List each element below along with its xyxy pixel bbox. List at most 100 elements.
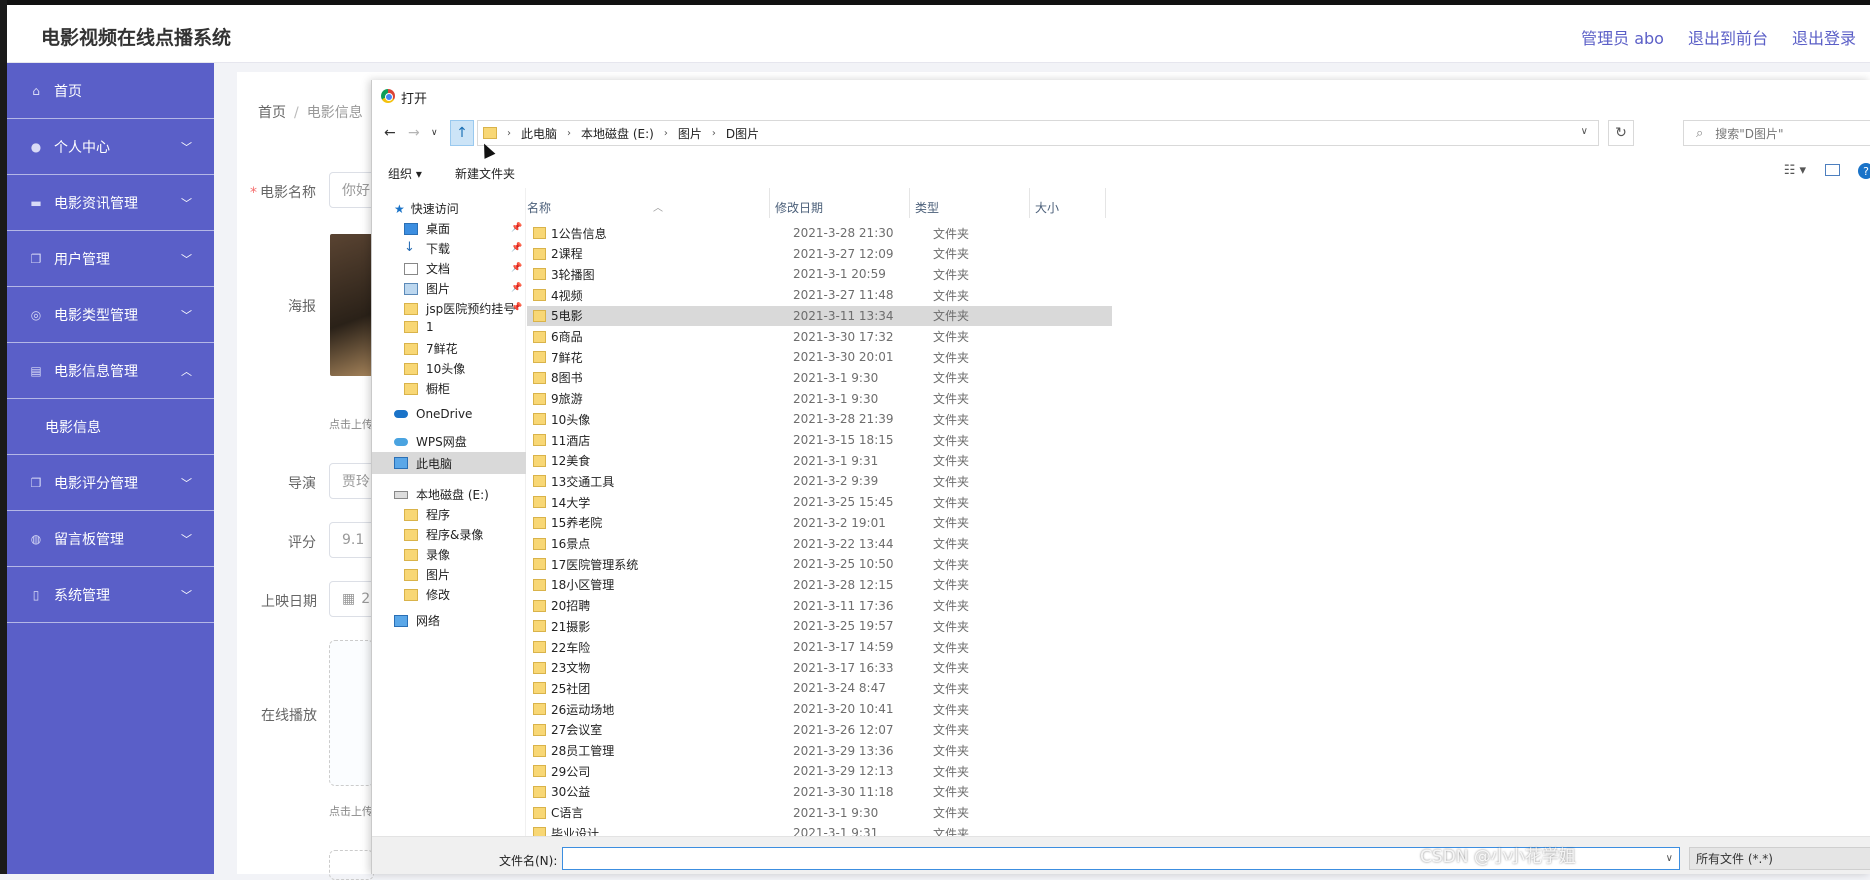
back-arrow-icon[interactable]: ← [384, 125, 396, 141]
view-options-icon[interactable]: ☷ ▾ [1784, 163, 1806, 178]
nav-folder-10[interactable]: 10头像 [404, 360, 465, 377]
sidebar-item-users[interactable]: ❐ 用户管理 ﹀ [7, 231, 214, 287]
file-row[interactable]: 25社团 2021-3-24 8:47 文件夹 [527, 678, 1112, 698]
file-row[interactable]: 29公司 2021-3-29 12:13 文件夹 [527, 761, 1112, 781]
pin-icon[interactable]: 📌 [511, 223, 522, 233]
file-row[interactable]: 28员工管理 2021-3-29 13:36 文件夹 [527, 741, 1112, 761]
chevron-down-icon: ﹀ [181, 477, 192, 490]
file-row[interactable]: 7鲜花 2021-3-30 20:01 文件夹 [527, 347, 1112, 367]
sidebar-item-movie-info[interactable]: ▤ 电影信息管理 ︿ [7, 343, 214, 399]
up-arrow-icon[interactable]: ↑ [450, 120, 474, 146]
forward-arrow-icon[interactable]: → [408, 125, 420, 141]
nav-this-pc[interactable]: 此电脑 [372, 452, 526, 474]
refresh-icon[interactable]: ↻ [1608, 120, 1634, 146]
file-date: 2021-3-17 14:59 [793, 640, 894, 654]
file-row[interactable]: 18小区管理 2021-3-28 12:15 文件夹 [527, 575, 1112, 595]
pin-icon[interactable]: 📌 [511, 263, 522, 273]
address-segment-drive[interactable]: 本地磁盘 (E:) [581, 125, 654, 142]
online-play-label: 在线播放 [261, 708, 317, 724]
nav-documents[interactable]: 文档 [404, 260, 450, 277]
recent-dropdown-icon[interactable]: ∨ [431, 128, 438, 138]
sidebar-subitem-movie-info[interactable]: 电影信息 [7, 399, 214, 455]
file-row[interactable]: 16景点 2021-3-22 13:44 文件夹 [527, 534, 1112, 554]
admin-user-link[interactable]: 管理员 abo [1581, 25, 1664, 49]
file-row[interactable]: C语言 2021-3-1 9:30 文件夹 [527, 803, 1112, 823]
search-input[interactable]: ⌕ 搜索"D图片" [1683, 120, 1870, 146]
nav-jsp-folder[interactable]: jsp医院预约挂号 [404, 300, 515, 317]
pin-icon[interactable]: 📌 [511, 283, 522, 293]
file-row[interactable]: 10头像 2021-3-28 21:39 文件夹 [527, 409, 1112, 429]
nav-programs-video[interactable]: 程序&录像 [404, 526, 483, 543]
col-type[interactable]: 类型 [915, 199, 939, 216]
address-segment-dpictures[interactable]: D图片 [726, 125, 759, 142]
file-row[interactable]: 5电影 2021-3-11 13:34 文件夹 [527, 305, 1112, 326]
sidebar-item-news[interactable]: ▬ 电影资讯管理 ﹀ [7, 175, 214, 231]
file-date: 2021-3-30 17:32 [793, 329, 894, 344]
preview-pane-icon[interactable] [1825, 164, 1840, 176]
file-row[interactable]: 8图书 2021-3-1 9:30 文件夹 [527, 368, 1112, 388]
upload-box-partial[interactable] [329, 850, 374, 880]
file-row[interactable]: 3轮播图 2021-3-1 20:59 文件夹 [527, 264, 1112, 284]
folder-icon [533, 454, 546, 467]
upload-tip-2: 点击上传 [329, 805, 373, 818]
file-row[interactable]: 11酒店 2021-3-15 18:15 文件夹 [527, 430, 1112, 450]
nav-pictures[interactable]: 图片 [404, 280, 450, 297]
sidebar-item-personal[interactable]: ● 个人中心 ﹀ [7, 119, 214, 175]
sidebar-item-home[interactable]: ⌂ 首页 [7, 63, 214, 119]
help-icon[interactable]: ? [1858, 163, 1870, 179]
nav-video[interactable]: 录像 [404, 546, 450, 563]
exit-to-front-link[interactable]: 退出到前台 [1688, 25, 1768, 49]
file-row[interactable]: 14大学 2021-3-25 15:45 文件夹 [527, 492, 1112, 512]
file-row[interactable]: 20招聘 2021-3-11 17:36 文件夹 [527, 596, 1112, 616]
nav-desktop[interactable]: 桌面 [404, 220, 450, 237]
file-row[interactable]: 21摄影 2021-3-25 19:57 文件夹 [527, 616, 1112, 636]
file-row[interactable]: 13交通工具 2021-3-2 9:39 文件夹 [527, 471, 1112, 491]
nav-onedrive[interactable]: OneDrive [394, 407, 472, 421]
pin-icon[interactable]: 📌 [511, 243, 522, 253]
chevron-down-icon[interactable]: ∨ [1581, 126, 1588, 137]
nav-programs[interactable]: 程序 [404, 506, 450, 523]
chevron-down-icon[interactable]: ∨ [1666, 853, 1673, 864]
file-row[interactable]: 1公告信息 2021-3-28 21:30 文件夹 [527, 223, 1112, 243]
filetype-select[interactable]: 所有文件 (*.*) [1689, 847, 1870, 870]
nav-quick-access[interactable]: ★ 快速访问 [394, 200, 459, 217]
file-row[interactable]: 15养老院 2021-3-2 19:01 文件夹 [527, 513, 1112, 533]
video-upload-box[interactable] [329, 640, 374, 786]
nav-drive-e[interactable]: 本地磁盘 (E:) [394, 486, 489, 503]
address-segment-pc[interactable]: 此电脑 [521, 125, 557, 142]
document-icon [404, 262, 418, 275]
col-date[interactable]: 修改日期 [775, 199, 823, 216]
file-row[interactable]: 6商品 2021-3-30 17:32 文件夹 [527, 327, 1112, 347]
col-size[interactable]: 大小 [1035, 199, 1059, 216]
nav-modify[interactable]: 修改 [404, 586, 450, 603]
file-row[interactable]: 4视频 2021-3-27 11:48 文件夹 [527, 285, 1112, 305]
sidebar-item-ratings[interactable]: ❐ 电影评分管理 ﹀ [7, 455, 214, 511]
file-row[interactable]: 30公益 2021-3-30 11:18 文件夹 [527, 782, 1112, 802]
pin-icon[interactable]: 📌 [511, 303, 522, 313]
organize-button[interactable]: 组织 ▾ [388, 165, 422, 182]
file-row[interactable]: 23文物 2021-3-17 16:33 文件夹 [527, 658, 1112, 678]
breadcrumb-home[interactable]: 首页 [258, 105, 286, 121]
sidebar-item-types[interactable]: ◎ 电影类型管理 ﹀ [7, 287, 214, 343]
nav-drive-pictures[interactable]: 图片 [404, 566, 450, 583]
nav-folder-7[interactable]: 7鲜花 [404, 340, 458, 357]
nav-folder-1[interactable]: 1 [404, 320, 434, 334]
new-folder-button[interactable]: 新建文件夹 [455, 165, 515, 182]
file-row[interactable]: 12美食 2021-3-1 9:31 文件夹 [527, 451, 1112, 471]
file-row[interactable]: 27会议室 2021-3-26 12:07 文件夹 [527, 720, 1112, 740]
file-row[interactable]: 22车险 2021-3-17 14:59 文件夹 [527, 637, 1112, 657]
sidebar-item-system[interactable]: ▯ 系统管理 ﹀ [7, 567, 214, 623]
file-row[interactable]: 17医院管理系统 2021-3-25 10:50 文件夹 [527, 554, 1112, 574]
file-row[interactable]: 26运动场地 2021-3-20 10:41 文件夹 [527, 699, 1112, 719]
logout-link[interactable]: 退出登录 [1792, 25, 1856, 49]
nav-downloads[interactable]: ↓ 下载 [404, 240, 450, 257]
nav-wps[interactable]: WPS网盘 [394, 433, 467, 450]
address-bar[interactable]: › 此电脑 › 本地磁盘 (E:) › 图片 › D图片 ∨ [477, 120, 1599, 146]
nav-folder-cabinet[interactable]: 橱柜 [404, 380, 450, 397]
file-row[interactable]: 9旅游 2021-3-1 9:30 文件夹 [527, 389, 1112, 409]
sidebar-item-messages[interactable]: ◍ 留言板管理 ﹀ [7, 511, 214, 567]
file-row[interactable]: 2课程 2021-3-27 12:09 文件夹 [527, 244, 1112, 264]
col-name[interactable]: 名称 [527, 199, 551, 216]
address-segment-pictures[interactable]: 图片 [678, 125, 702, 142]
nav-network[interactable]: 网络 [394, 612, 440, 629]
